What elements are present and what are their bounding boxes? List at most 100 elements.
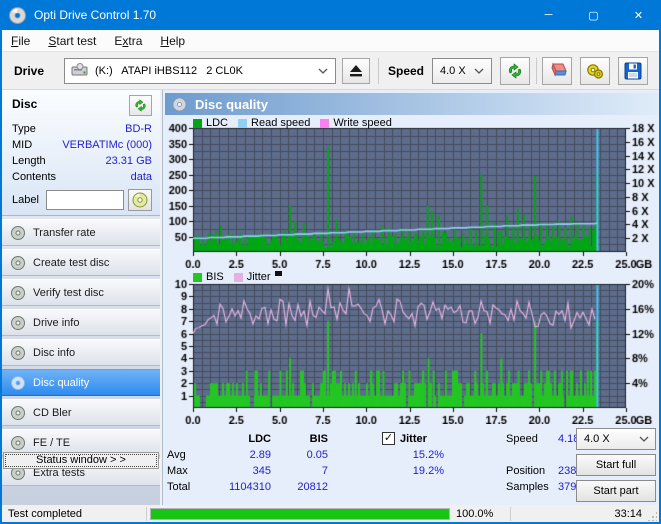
- avg-jitter-value: 15.2%: [412, 449, 444, 461]
- save-button[interactable]: [618, 57, 648, 85]
- speed-value: 4.0 X: [440, 65, 466, 77]
- sidebar-item-label: Disc quality: [33, 376, 90, 389]
- write-label-button[interactable]: [127, 189, 152, 211]
- elapsed-time: 33:14: [614, 508, 642, 520]
- disc-mid-value: VERBATIMc (000): [62, 139, 152, 151]
- disc-mid-row: MID VERBATIMc (000): [12, 139, 152, 151]
- maximize-button[interactable]: ▢: [571, 0, 616, 30]
- ldc-column-header: LDC: [248, 433, 271, 445]
- window-title: Opti Drive Control 1.70: [34, 8, 157, 22]
- app-disc-icon: [9, 6, 26, 24]
- settings-button[interactable]: [580, 57, 610, 85]
- start-part-button[interactable]: Start part: [576, 480, 656, 502]
- start-full-button[interactable]: Start full: [576, 454, 656, 476]
- bis-jitter-chart: [163, 274, 660, 424]
- progress-percent: 100.0%: [456, 508, 494, 520]
- label-input[interactable]: [45, 190, 124, 210]
- jitter-legend-swatch: [233, 272, 243, 282]
- ldc-read-speed-chart: [163, 118, 660, 268]
- disc-length-row: Length 23.31 GB: [12, 155, 152, 167]
- max-jitter-value: 19.2%: [412, 465, 444, 477]
- max-row-label: Max: [167, 465, 188, 477]
- eject-button[interactable]: [342, 58, 370, 84]
- menu-help[interactable]: Help: [151, 32, 194, 50]
- refresh-icon: [135, 99, 146, 112]
- max-bis-value: 7: [321, 465, 328, 477]
- jitter-checkbox[interactable]: ✓: [382, 432, 395, 445]
- disc-contents-row: Contents data: [12, 171, 152, 183]
- toolbar-separator: [378, 58, 379, 84]
- chart2-legend: BIS Jitter: [193, 270, 282, 283]
- disc-type-row: Type BD-R: [12, 123, 152, 135]
- legend-marker: [274, 270, 282, 276]
- toolbar-separator: [536, 58, 537, 84]
- cd-icon: [132, 192, 148, 208]
- sidebar-item-label: Transfer rate: [33, 226, 96, 239]
- ldc-legend-label: LDC: [206, 117, 229, 129]
- toolbar: Drive (K:) ATAPI iHBS112 2 CL0K Speed 4.…: [2, 52, 659, 90]
- read-speed-legend-swatch: [238, 118, 248, 128]
- jitter-header-label: Jitter: [400, 432, 427, 445]
- write-speed-legend-swatch: [320, 118, 330, 128]
- refresh-button[interactable]: [500, 57, 530, 85]
- disc-contents-value: data: [130, 171, 152, 183]
- avg-row-label: Avg: [167, 449, 186, 461]
- sidebar-item-disc-info[interactable]: Disc info: [2, 339, 160, 366]
- drive-label: Drive: [14, 64, 45, 78]
- drive-select[interactable]: (K:) ATAPI iHBS112 2 CL0K: [64, 58, 336, 84]
- speed-label: Speed: [388, 64, 425, 78]
- sidebar-item-disc-quality[interactable]: Disc quality: [2, 369, 160, 396]
- speed-info-label: Speed: [506, 433, 538, 445]
- close-button[interactable]: ✕: [616, 0, 661, 30]
- minimize-button[interactable]: ─: [526, 0, 571, 30]
- sidebar-item-label: CD Bler: [33, 406, 72, 419]
- panel-title: Disc quality: [195, 96, 268, 112]
- status-bar: Test completed 100.0% 33:14: [2, 506, 659, 522]
- sidebar-item-verify-test-disc[interactable]: Verify test disc: [2, 279, 160, 306]
- disc-type-value: BD-R: [125, 123, 152, 135]
- menu-file[interactable]: File: [2, 32, 39, 50]
- speed-select[interactable]: 4.0 X: [432, 58, 492, 84]
- sidebar-item-create-test-disc[interactable]: Create test disc: [2, 249, 160, 276]
- sidebar-item-cd-bler[interactable]: CD Bler: [2, 399, 160, 426]
- chevron-down-icon: [474, 68, 484, 74]
- statusbar-separator: [510, 507, 511, 521]
- sidebar-item-label: FE / TE: [33, 436, 71, 449]
- cd-icon: [11, 435, 25, 450]
- cd-icon: [11, 405, 25, 420]
- sidebar-item-transfer-rate[interactable]: Transfer rate: [2, 219, 160, 246]
- erase-disc-button[interactable]: [542, 57, 572, 85]
- read-speed-legend-label: Read speed: [251, 117, 311, 129]
- cd-icon: [11, 375, 25, 390]
- label-row: Label: [12, 189, 154, 211]
- app-window: Opti Drive Control 1.70 ─ ▢ ✕ File Start…: [0, 0, 661, 524]
- bis-legend-label: BIS: [206, 271, 224, 283]
- progress-fill: [151, 509, 449, 519]
- sidebar-item-label: Disc info: [33, 346, 76, 359]
- chevron-down-icon: [639, 436, 649, 442]
- sidebar-item-label: Create test disc: [33, 256, 110, 269]
- menu-extra[interactable]: Extra: [105, 32, 151, 50]
- chevron-down-icon: [318, 68, 328, 74]
- resize-grip[interactable]: [647, 511, 657, 521]
- refresh-icon: [508, 63, 522, 79]
- disc-length-value: 23.31 GB: [105, 155, 152, 167]
- status-window-button[interactable]: Status window > >: [3, 452, 159, 469]
- sidebar-item-drive-info[interactable]: Drive info: [2, 309, 160, 336]
- jitter-column-header: ✓ Jitter: [382, 432, 427, 445]
- panel-header: Disc quality: [165, 93, 658, 115]
- drive-icon: [71, 63, 88, 76]
- test-speed-select[interactable]: 4.0 X: [576, 428, 656, 450]
- disc-refresh-button[interactable]: [129, 95, 152, 116]
- menu-start-test[interactable]: Start test: [39, 32, 105, 50]
- status-text: Test completed: [8, 508, 82, 520]
- disc-quality-icon: [172, 96, 187, 112]
- cd-icon: [11, 345, 25, 360]
- disc-info-panel: Disc Type BD-R MID VERBATIMc (000) Length 2…: [2, 90, 160, 216]
- write-speed-legend-label: Write speed: [333, 117, 392, 129]
- sidebar-item-label: Verify test disc: [33, 286, 104, 299]
- title-bar: Opti Drive Control 1.70 ─ ▢ ✕: [0, 0, 661, 30]
- jitter-legend-label: Jitter: [246, 271, 271, 283]
- label-caption: Label: [12, 194, 39, 206]
- drive-value: (K:) ATAPI iHBS112 2 CL0K: [95, 65, 243, 77]
